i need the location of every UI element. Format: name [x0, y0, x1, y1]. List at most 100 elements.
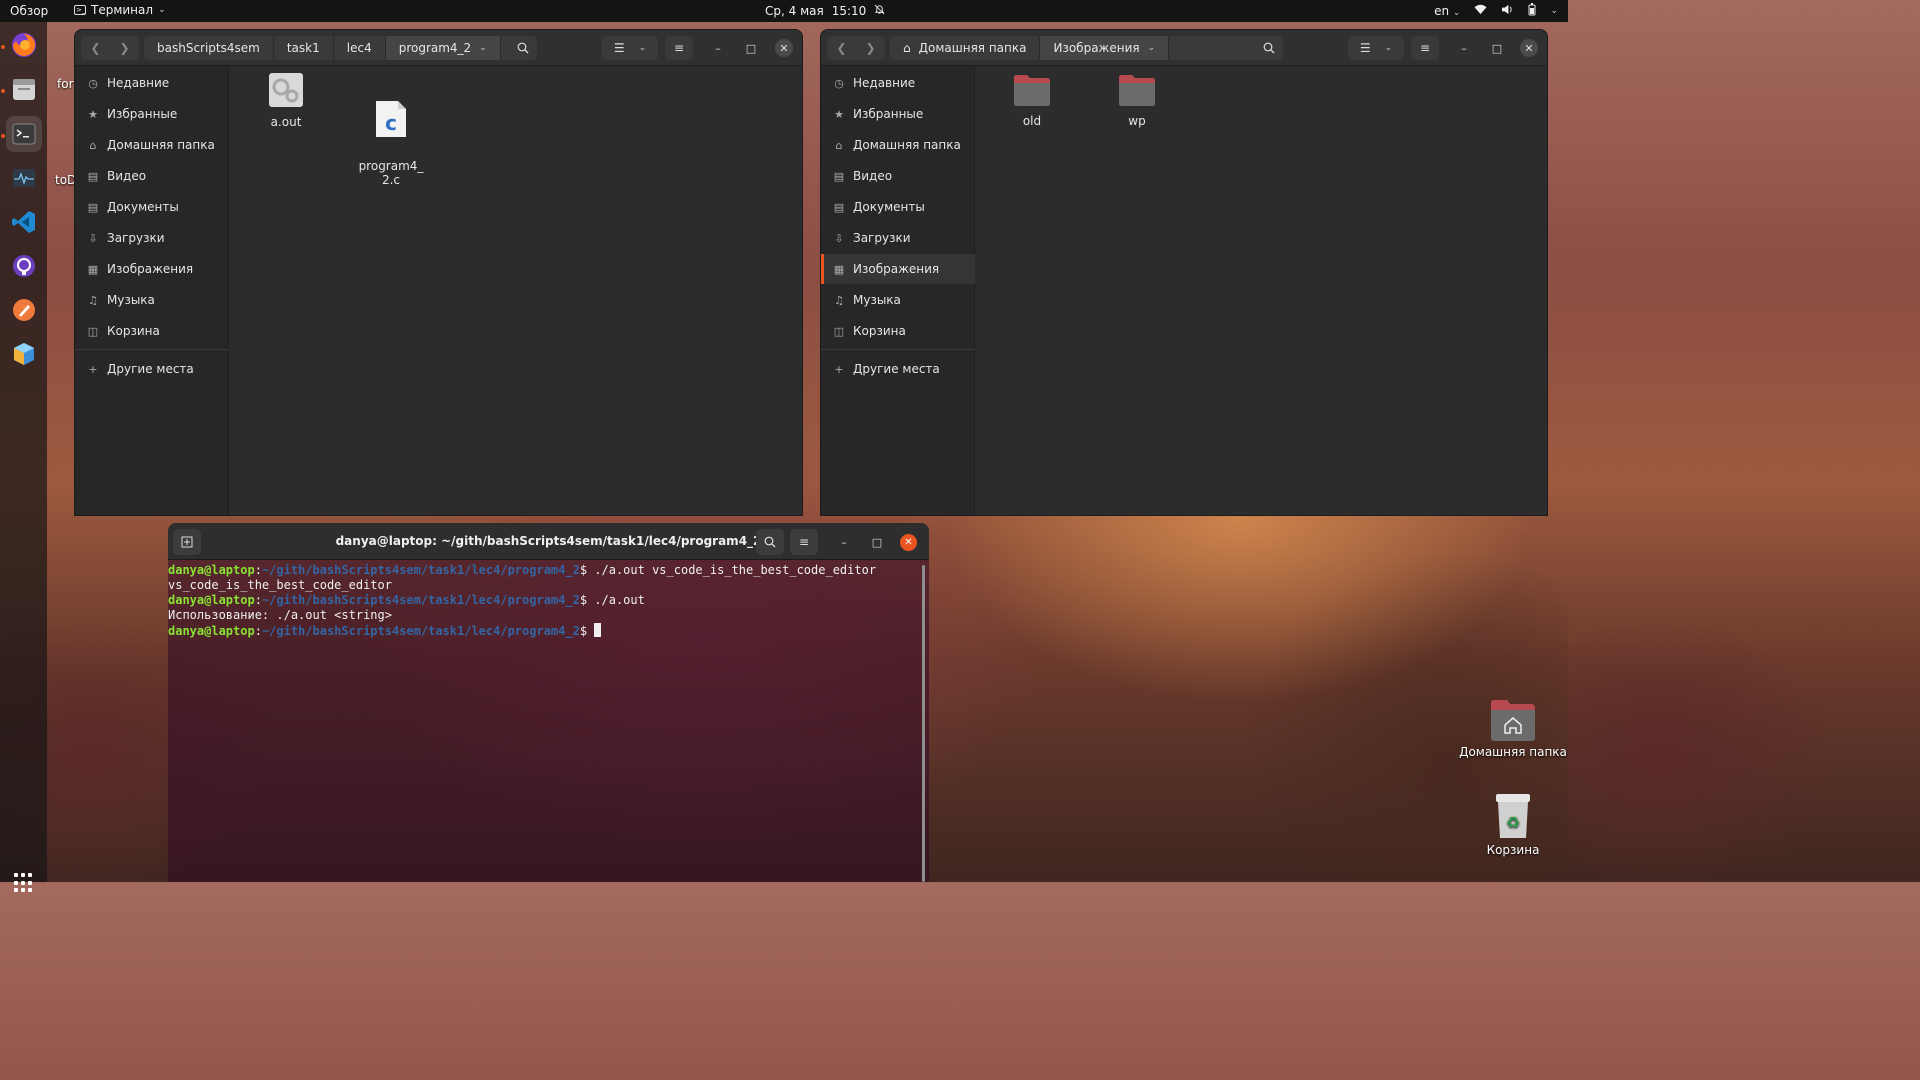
sidebar-item-label: Документы: [853, 200, 925, 214]
clock[interactable]: Ср, 4 мая 15:10: [765, 4, 885, 18]
view-toggle-button[interactable]: ☰ ⌄: [1348, 36, 1404, 60]
search-button[interactable]: [509, 36, 537, 60]
breadcrumb-item[interactable]: task1: [273, 36, 334, 60]
back-button[interactable]: ❮: [827, 36, 856, 60]
breadcrumb-item-current[interactable]: program4_2 ⌄: [385, 36, 501, 60]
breadcrumb-spacer: [1169, 36, 1262, 60]
minimize-button[interactable]: –: [835, 533, 853, 551]
forward-button[interactable]: ❯: [856, 36, 885, 60]
terminal-output[interactable]: danya@laptop:~/gith/bashScripts4sem/task…: [168, 563, 921, 882]
files-icon[interactable]: [6, 71, 42, 107]
sidebar-item-label: Избранные: [853, 107, 924, 121]
sidebar-item-home[interactable]: ⌂ Домашняя папка: [821, 130, 975, 160]
time-label: 15:10: [831, 4, 867, 18]
system-monitor-icon[interactable]: [6, 160, 42, 196]
header-bar: ❮ ❯ ⌂ Домашняя папка Изображения ⌄ ☰ ⌄ ≡ –…: [821, 30, 1547, 66]
desktop-home-icon[interactable]: Домашняя папка: [1458, 698, 1568, 759]
sidebar-item-other-locations[interactable]: + Другие места: [821, 354, 975, 384]
sidebar-item-starred[interactable]: ★ Избранные: [75, 99, 229, 129]
scrollbar[interactable]: [922, 565, 925, 882]
sidebar-item-videos[interactable]: ▤ Видео: [821, 161, 975, 191]
activities-button[interactable]: Обзор: [10, 4, 48, 18]
maximize-button[interactable]: □: [742, 39, 760, 57]
close-button[interactable]: ✕: [1520, 39, 1538, 57]
trash-icon: ♻: [1496, 794, 1530, 838]
forward-button[interactable]: ❯: [110, 36, 139, 60]
file-item[interactable]: c program4_ 2.c: [351, 72, 431, 187]
sidebar-item-music[interactable]: ♫ Музыка: [821, 285, 975, 315]
desktop-icon-label: Корзина: [1486, 843, 1540, 857]
sidebar-item-recent[interactable]: ◷ Недавние: [821, 68, 975, 98]
minimize-button[interactable]: –: [709, 39, 727, 57]
svg-text:c: c: [385, 111, 397, 135]
command-text: [587, 624, 594, 638]
download-icon: ⇩: [88, 231, 98, 245]
drawing-icon[interactable]: [6, 292, 42, 328]
system-tray[interactable]: en ⌄ ⌄: [1434, 3, 1558, 19]
breadcrumb-item[interactable]: bashScripts4sem: [144, 36, 274, 60]
menu-button[interactable]: ≡: [665, 36, 693, 60]
sidebar-item-recent[interactable]: ◷ Недавние: [75, 68, 229, 98]
show-applications-icon[interactable]: [14, 873, 34, 893]
sidebar-item-trash[interactable]: ◫ Корзина: [75, 316, 229, 346]
nav-buttons: ❮ ❯: [827, 36, 885, 60]
sidebar-item-downloads[interactable]: ⇩ Загрузки: [75, 223, 229, 253]
sidebar-item-pictures[interactable]: ▦ Изображения: [75, 254, 229, 284]
running-indicator: [1, 45, 5, 49]
folder-item[interactable]: wp: [1097, 73, 1177, 128]
app-menu[interactable]: >_ Терминал ⌄: [74, 3, 166, 17]
sidebar-item-documents[interactable]: ▤ Документы: [75, 192, 229, 222]
sidebar-item-documents[interactable]: ▤ Документы: [821, 192, 975, 222]
github-desktop-icon[interactable]: [6, 248, 42, 284]
dock: [0, 22, 47, 893]
svg-text:♻: ♻: [1506, 813, 1520, 832]
sidebar-item-videos[interactable]: ▤ Видео: [75, 161, 229, 191]
sidebar-item-other-locations[interactable]: + Другие места: [75, 354, 229, 384]
file-name: program4_ 2.c: [358, 159, 424, 187]
back-button[interactable]: ❮: [81, 36, 110, 60]
prompt-separator: :: [254, 593, 262, 607]
prompt-separator: :: [254, 563, 262, 577]
prompt-path: ~/gith/bashScripts4sem/task1/lec4/progra…: [261, 563, 580, 577]
c-source-file-icon: c: [351, 86, 431, 141]
close-button[interactable]: ✕: [900, 534, 917, 551]
sidebar: ◷ Недавние ★ Избранные ⌂ Домашняя папка ▤ Ви…: [75, 66, 229, 515]
command-text: ./a.out vs_code_is_the_best_code_editor: [587, 563, 877, 577]
search-button[interactable]: [1255, 36, 1283, 60]
folder-item[interactable]: old: [992, 73, 1072, 128]
desktop-trash-icon[interactable]: ♻ Корзина: [1458, 792, 1568, 857]
sidebar-item-label: Музыка: [853, 293, 901, 307]
breadcrumb-item[interactable]: lec4: [333, 36, 386, 60]
maximize-button[interactable]: □: [1488, 39, 1506, 57]
sidebar-item-starred[interactable]: ★ Избранные: [821, 99, 975, 129]
download-icon: ⇩: [834, 231, 844, 245]
home-icon: ⌂: [903, 41, 911, 55]
plus-icon: +: [88, 362, 98, 376]
breadcrumb-item[interactable]: ⌂ Домашняя папка: [890, 36, 1041, 60]
sidebar-item-home[interactable]: ⌂ Домашняя папка: [75, 130, 229, 160]
minimize-button[interactable]: –: [1455, 39, 1473, 57]
menu-button[interactable]: ≡: [790, 529, 818, 555]
film-icon: ▤: [833, 169, 845, 183]
firefox-icon[interactable]: [6, 27, 42, 63]
sidebar-item-trash[interactable]: ◫ Корзина: [821, 316, 975, 346]
search-icon: [517, 42, 529, 54]
menu-button[interactable]: ≡: [1411, 36, 1439, 60]
folder-name: wp: [1128, 114, 1146, 128]
maximize-button[interactable]: □: [868, 533, 886, 551]
view-toggle-button[interactable]: ☰ ⌄: [602, 36, 658, 60]
breadcrumb-label: bashScripts4sem: [157, 41, 260, 55]
sidebar-item-label: Изображения: [107, 262, 194, 276]
terminal-icon[interactable]: [6, 116, 42, 152]
search-button[interactable]: [756, 529, 784, 555]
sidebar-item-pictures[interactable]: ▦ Изображения: [821, 254, 975, 284]
sidebar-item-downloads[interactable]: ⇩ Загрузки: [821, 223, 975, 253]
breadcrumb-item-current[interactable]: Изображения ⌄: [1040, 36, 1170, 60]
search-icon: [764, 536, 776, 548]
keyboard-layout[interactable]: en ⌄: [1434, 4, 1460, 18]
app-icon[interactable]: [6, 336, 42, 372]
file-item[interactable]: a.out: [246, 72, 326, 129]
close-button[interactable]: ✕: [775, 39, 793, 57]
vscode-icon[interactable]: [6, 204, 42, 240]
sidebar-item-music[interactable]: ♫ Музыка: [75, 285, 229, 315]
